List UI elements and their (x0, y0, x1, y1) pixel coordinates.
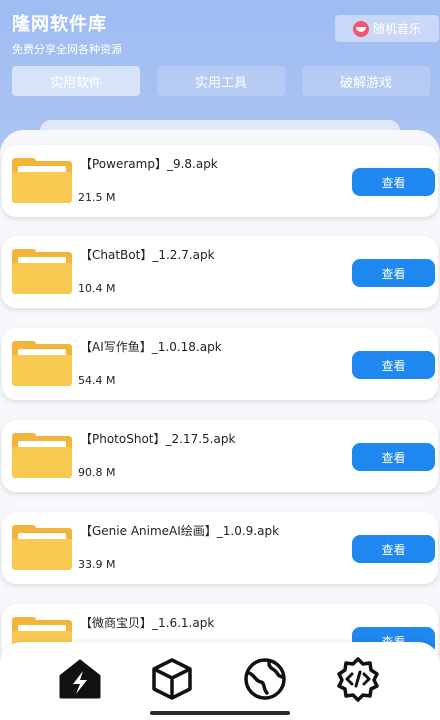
view-button[interactable]: 查看 (352, 168, 435, 196)
view-button[interactable]: 查看 (352, 535, 435, 563)
tab-tools[interactable]: 实用工具 (157, 66, 285, 96)
file-name: 【Genie AnimeAI绘画】_1.0.9.apk (80, 524, 280, 538)
file-card[interactable]: 【ChatBot】_1.2.7.apk 10.4 M 查看 (2, 236, 438, 308)
file-size: 21.5 M (78, 191, 116, 204)
file-size: 10.4 M (78, 282, 116, 295)
nav-dev[interactable] (333, 654, 383, 704)
folder-icon (12, 158, 72, 203)
file-name: 【PhotoShot】_2.17.5.apk (80, 432, 236, 446)
view-button[interactable]: 查看 (352, 443, 435, 471)
music-icon (352, 20, 369, 37)
file-size: 90.8 M (78, 466, 116, 479)
file-card[interactable]: 【Genie AnimeAI绘画】_1.0.9.apk 33.9 M 查看 (2, 512, 438, 584)
random-music-button[interactable]: 随机音乐 (335, 15, 439, 42)
folder-icon (12, 341, 72, 386)
folder-icon (12, 525, 72, 570)
home-bolt-icon (59, 659, 101, 699)
file-card[interactable]: 【AI写作鱼】_1.0.18.apk 54.4 M 查看 (2, 328, 438, 400)
random-music-label: 随机音乐 (372, 22, 421, 36)
file-name: 【AI写作鱼】_1.0.18.apk (80, 340, 222, 354)
file-size: 54.4 M (78, 374, 116, 387)
app-subtitle: 免费分享全网各种资源 (12, 43, 122, 56)
category-tabs: 实用软件 实用工具 破解游戏 (12, 66, 432, 96)
view-button[interactable]: 查看 (352, 351, 435, 379)
code-gear-icon (337, 657, 379, 702)
cube-icon (152, 658, 192, 700)
nav-home[interactable] (55, 654, 105, 704)
folder-icon (12, 433, 72, 478)
globe-icon (244, 658, 286, 700)
view-button[interactable]: 查看 (352, 259, 435, 287)
nav-cube[interactable] (147, 654, 197, 704)
file-size: 33.9 M (78, 558, 116, 571)
file-name: 【ChatBot】_1.2.7.apk (80, 248, 215, 262)
tab-games[interactable]: 破解游戏 (302, 66, 430, 96)
file-name: 【Poweramp】_9.8.apk (80, 157, 218, 171)
home-indicator (150, 711, 290, 715)
tab-software[interactable]: 实用软件 (12, 66, 140, 96)
bottom-nav (0, 642, 440, 720)
file-name: 【微商宝贝】_1.6.1.apk (80, 616, 215, 630)
file-card[interactable]: 【PhotoShot】_2.17.5.apk 90.8 M 查看 (2, 420, 438, 492)
file-card[interactable]: 【Poweramp】_9.8.apk 21.5 M 查看 (2, 145, 438, 217)
app-title: 隆网软件库 (12, 14, 107, 35)
folder-icon (12, 249, 72, 294)
nav-globe[interactable] (240, 654, 290, 704)
